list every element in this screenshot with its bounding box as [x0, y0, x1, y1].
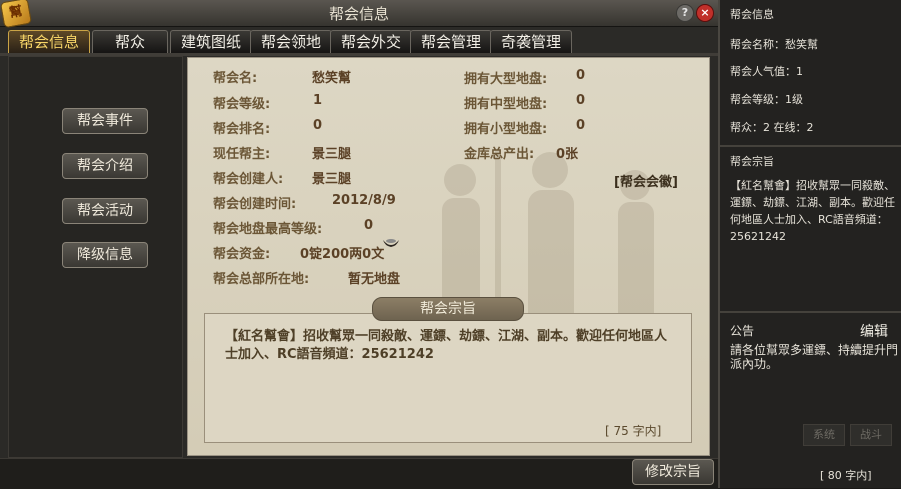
created-value: 2012/8/9 [332, 193, 396, 208]
events-button[interactable]: 帮会事件 [62, 108, 148, 134]
motto-section: 帮会宗旨 【紅名幫會】招收幫眾一同殺敵、運鏢、劫鏢、江湖、副本。歡迎任何地區人士… [720, 147, 901, 313]
count-bracket: [ [605, 424, 610, 438]
small-territory-label: 拥有小型地盘: [464, 122, 548, 137]
max-level-value: 0 [364, 218, 374, 233]
hq-value: 暂无地盘 [348, 272, 401, 287]
name-value: 愁笑幫 [312, 71, 352, 86]
funds-label: 帮会资金: [213, 247, 271, 262]
created-label: 帮会创建时间: [213, 197, 297, 212]
help-icon[interactable]: ? [676, 4, 694, 22]
small-territory-value: 0 [576, 118, 586, 133]
notice-text: 請各位幫眾多運鏢、持續提升門派內功。 [730, 343, 898, 371]
count-number: 75 [613, 424, 629, 438]
motto-box: 【紅名幫會】招收幫眾一同殺敵、運鏢、劫鏢、江湖、副本。歡迎任何地區人士加入、RC… [204, 313, 692, 443]
silver-ingot-icon [383, 239, 399, 247]
leader-value: 景三腿 [312, 147, 352, 162]
downgrade-info-button[interactable]: 降级信息 [62, 242, 148, 268]
motto-header: 帮会宗旨 [730, 155, 774, 168]
tab-raid[interactable]: 奇袭管理 [490, 30, 572, 53]
tab-territory[interactable]: 帮会领地 [250, 30, 332, 53]
notice-header: 公告 [730, 324, 755, 338]
tab-blueprints[interactable]: 建筑图纸 [170, 30, 252, 53]
founder-value: 景三腿 [312, 172, 352, 187]
motto-summary-text: 【紅名幫會】招收幫眾一同殺敵、運鏢、劫鏢、江湖、副本。歡迎任何地區人士加入、RC… [730, 179, 895, 243]
motto-banner: 帮会宗旨 [372, 297, 524, 321]
large-territory-label: 拥有大型地盘: [464, 72, 548, 87]
bottom-bar [0, 458, 718, 489]
medium-territory-label: 拥有中型地盘: [464, 97, 548, 112]
system-channel-button[interactable]: 系统 [803, 424, 845, 446]
max-level-label: 帮会地盘最高等级: [213, 222, 323, 237]
notice-section: 公告 编辑 請各位幫眾多運鏢、持續提升門派內功。 [720, 313, 901, 488]
motto-char-count: [ 75 字内] [605, 422, 661, 439]
guild-summary-section: 帮会信息 帮会名称：愁笑幫 帮会人气值：1 帮会等级：1级 帮众：2 在线：2 [720, 0, 901, 147]
notice-char-count: [ 80 字内] [820, 469, 872, 482]
large-territory-value: 0 [576, 68, 586, 83]
window-title: 帮会信息 [328, 5, 389, 23]
tab-management[interactable]: 帮会管理 [410, 30, 492, 53]
summary-members: 帮众：2 在线：2 [730, 121, 814, 134]
leader-label: 现任帮主: [213, 147, 271, 162]
right-panel: 帮会信息 帮会名称：愁笑幫 帮会人气值：1 帮会等级：1级 帮众：2 在线：2 … [720, 0, 901, 488]
tab-guild-info[interactable]: 帮会信息 [8, 30, 90, 53]
guild-window: 幫 帮会信息 ? × 帮会信息 帮众 建筑图纸 帮会领地 帮会外交 帮会管理 奇… [0, 0, 720, 489]
treasury-label: 金库总产出: [464, 147, 535, 162]
side-menu: 帮会事件 帮会介绍 帮会活动 降级信息 [8, 56, 183, 458]
treasury-value: 0张 [556, 147, 579, 162]
hq-label: 帮会总部所在地: [213, 272, 310, 287]
tab-diplomacy[interactable]: 帮会外交 [330, 30, 412, 53]
summary-level: 帮会等级：1级 [730, 93, 803, 106]
name-label: 帮会名: [213, 71, 258, 86]
emblem-link[interactable]: [帮会会徽] [614, 171, 678, 190]
rank-label: 帮会排名: [213, 122, 271, 137]
founder-label: 帮会创建人: [213, 172, 284, 187]
rank-value: 0 [313, 118, 323, 133]
funds-value: 0锭200两0文 [300, 247, 385, 262]
tab-members[interactable]: 帮众 [92, 30, 168, 53]
battle-channel-button[interactable]: 战斗 [850, 424, 892, 446]
edit-notice-button[interactable]: 编辑 [860, 321, 888, 341]
intro-button[interactable]: 帮会介绍 [62, 153, 148, 179]
motto-text: 【紅名幫會】招收幫眾一同殺敵、運鏢、劫鏢、江湖、副本。歡迎任何地區人士加入、RC… [225, 329, 668, 362]
activities-button[interactable]: 帮会活动 [62, 198, 148, 224]
medium-territory-value: 0 [576, 93, 586, 108]
close-icon[interactable]: × [696, 4, 714, 22]
count-unit: 字内] [632, 424, 662, 438]
modify-motto-button[interactable]: 修改宗旨 [632, 459, 714, 485]
summary-name: 帮会名称：愁笑幫 [730, 38, 818, 51]
summary-header: 帮会信息 [730, 8, 774, 21]
level-value: 1 [313, 93, 323, 108]
level-label: 帮会等级: [213, 97, 271, 112]
summary-popularity: 帮会人气值：1 [730, 65, 803, 78]
